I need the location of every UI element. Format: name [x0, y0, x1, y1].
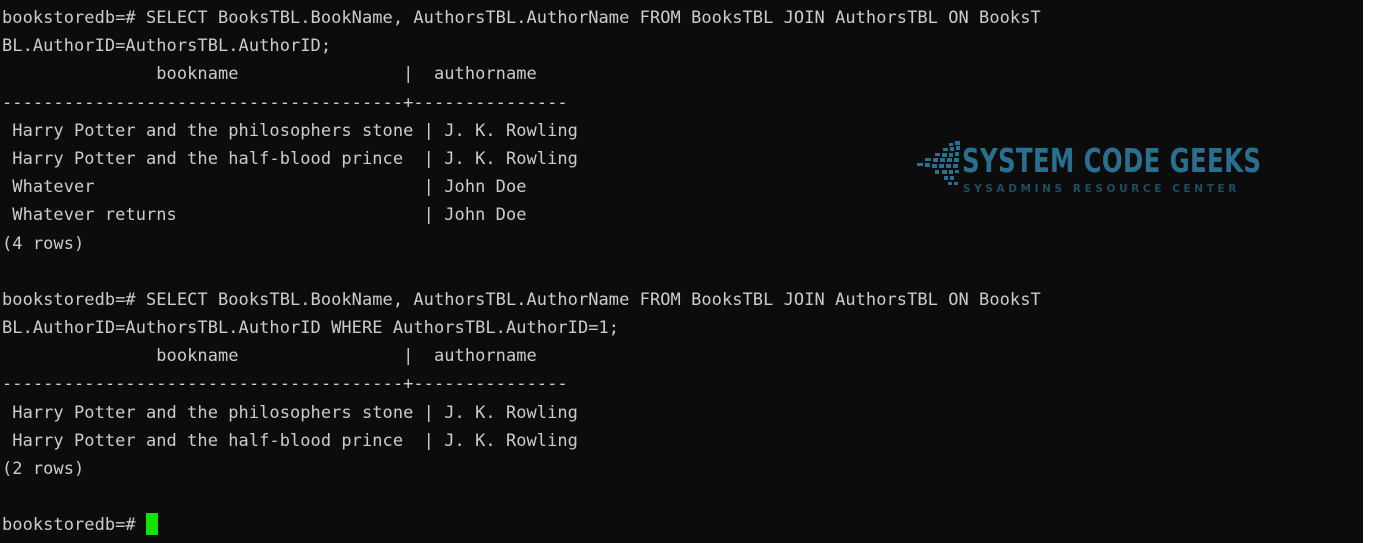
- terminal-line: Harry Potter and the half-blood prince |…: [2, 430, 578, 451]
- watermark-title: SYSTEM CODE GEEKS: [962, 141, 1262, 180]
- terminal-line: bookstoredb=# SELECT BooksTBL.BookName, …: [2, 289, 1041, 310]
- terminal-line: BL.AuthorID=AuthorsTBL.AuthorID;: [2, 36, 332, 57]
- terminal-line: BL.AuthorID=AuthorsTBL.AuthorID WHERE Au…: [2, 318, 620, 339]
- terminal-line: Whatever returns | John Doe: [2, 205, 527, 226]
- terminal-line: (4 rows): [2, 233, 85, 254]
- terminal-line: bookstoredb=# SELECT BooksTBL.BookName, …: [2, 8, 1041, 28]
- command-prompt-line[interactable]: bookstoredb=#: [2, 511, 1363, 539]
- terminal-window[interactable]: bookstoredb=# SELECT BooksTBL.BookName, …: [0, 0, 1363, 543]
- terminal-line: ---------------------------------------+…: [2, 92, 568, 113]
- command-prompt: bookstoredb=#: [2, 515, 146, 536]
- terminal-line: bookname | authorname: [2, 346, 537, 367]
- terminal-output: bookstoredb=# SELECT BooksTBL.BookName, …: [2, 4, 1363, 540]
- watermark-logo: SYSTEM CODE GEEKS SYSADMINS RESOURCE CEN…: [915, 135, 1275, 205]
- watermark-subtitle: SYSADMINS RESOURCE CENTER: [963, 183, 1240, 195]
- text-cursor: [146, 513, 158, 536]
- terminal-line: (2 rows): [2, 459, 85, 479]
- terminal-line: ---------------------------------------+…: [2, 374, 568, 395]
- terminal-line: Harry Potter and the philosophers stone …: [2, 402, 578, 423]
- terminal-line: bookname | authorname: [2, 64, 537, 85]
